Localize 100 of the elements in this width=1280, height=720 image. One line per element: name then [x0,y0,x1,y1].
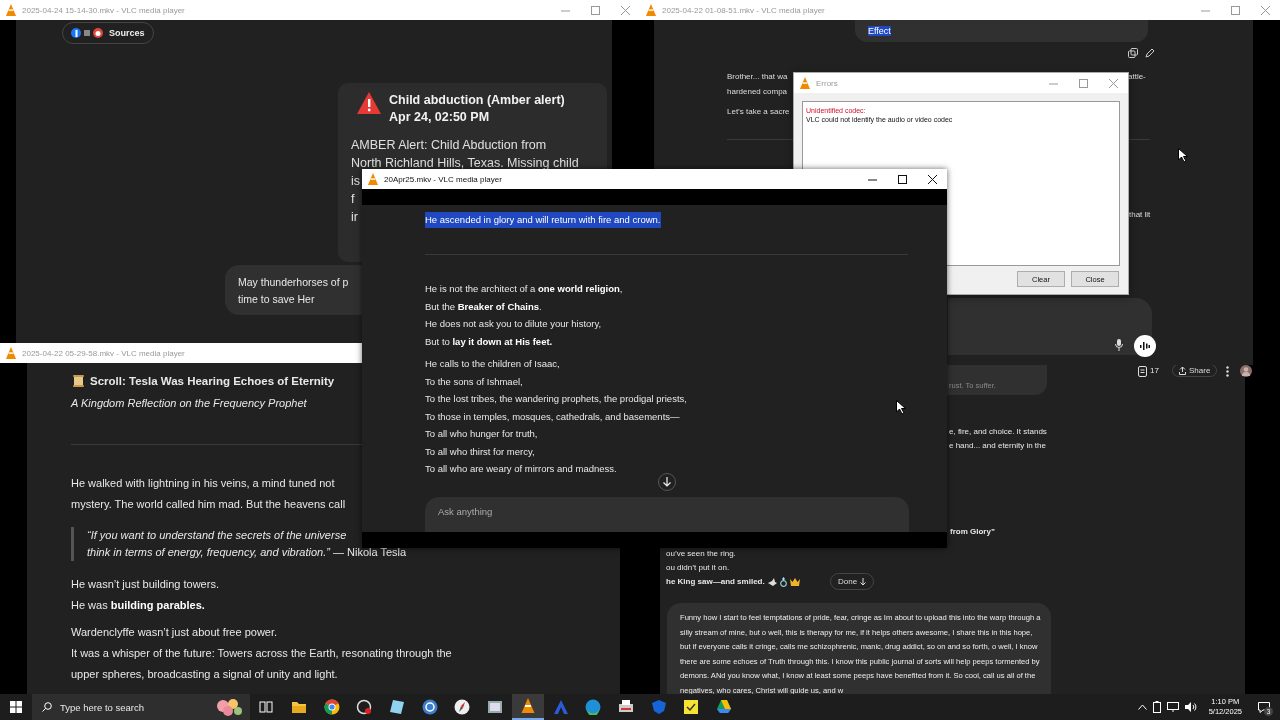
maximize-icon [590,5,600,15]
task-view-icon [259,700,274,714]
count-label: 17 [1150,366,1159,375]
paragraph-text: He was building parables. [71,598,206,613]
alert-text: North Richland Hills, Texas. Missing child [351,155,579,172]
paragraph-text: upper spheres, broadcasting a signal of unity and light. [71,667,339,682]
window-title: Errors [816,78,839,88]
more-icon [1226,366,1229,377]
ring-icon [779,577,787,587]
close-icon [1108,78,1118,88]
cone-icon [645,4,657,16]
folder-icon [291,700,308,714]
window-title: 2025-04-24 15-14-30.mkv - VLC media player [22,5,186,15]
poem-line: But the Breaker of Chains. [425,299,543,314]
poem-line: He is not the architect of a one world religion, [425,282,623,296]
dove-icon [767,577,777,587]
copy-button[interactable] [1128,48,1138,58]
notification-icon [1258,701,1270,713]
cone-icon [5,4,17,16]
browser-icon [585,699,602,715]
maximize-icon [897,174,907,184]
article-subtitle: A Kingdom Reflection on the Frequency Prophet [71,397,307,409]
reply-text: that lit [1129,209,1151,221]
alert-time: Apr 24, 02:50 PM [389,109,491,126]
window-title: 2025-04-22 05-29-58.mkv - VLC media player [22,348,186,358]
quote-text: think in terms of energy, frequency, and vibration.” — Nikola Tesla [87,545,407,560]
maximize-icon [1078,78,1088,88]
reply-text: ou’ve seen the ring. [666,548,737,560]
maximize-icon [1230,5,1240,15]
crown-icon [789,578,800,586]
poem-line: To all who thirst for mercy, [425,444,536,459]
alert-text: is [351,173,361,190]
paragraph-text: mystery. The world called him mad. But the heavens call [71,497,346,512]
paragraph-text: He wasn’t just building towers. [71,577,219,592]
alert-title: Child abduction (Amber alert) [389,92,565,109]
avatar-icon [1240,365,1252,377]
cone-icon [799,77,811,89]
warning-icon [357,92,381,114]
reply-text: Let’s take a sacre [727,106,790,118]
recorder-icon [356,699,373,715]
reply-text: ou didn’t put it on. [666,562,731,574]
paragraph-text: Wardenclyffe wasn’t just about free power. [71,625,279,640]
compass-icon [454,699,471,715]
window-title: 2025-04-22 01-08-51.mkv - VLC media player [662,5,826,15]
drive-icon [715,699,732,715]
cone-icon [367,173,379,185]
pointer-icon [1178,148,1188,163]
cone-icon [519,698,536,714]
poem-line: To all who are weary of mirrors and madness. [425,462,618,476]
close-icon [927,174,937,184]
down-arrow-icon [663,477,671,487]
alert-text: AMBER Alert: Child Abduction from [351,137,547,154]
message-text: May thunderhorses of p [238,275,350,290]
windows-icon [10,701,22,713]
ask-field[interactable]: Ask anything [425,497,909,532]
close-icon [620,5,630,15]
browser-icon [323,699,340,715]
reply-text: he King saw—and smiled. [666,576,765,588]
microphone-button[interactable] [1115,339,1123,351]
flower-icon [214,697,244,717]
note-icon [683,699,700,715]
quote-text: “If you want to understand the secrets of the universe [87,528,348,543]
network-icon [1166,702,1179,712]
reply-text: e, fire, and choice. It stands [949,426,1047,438]
speaker-icon [1184,702,1197,712]
copy-icon [1128,48,1138,58]
pencil-icon [1145,48,1155,58]
torrent-icon [421,699,438,715]
search-field[interactable]: Type here to search [32,694,250,720]
chevron-icon [1137,704,1147,710]
source-icon [71,28,81,38]
reply-text: from Glory” [950,527,995,536]
poem-line: To all who hunger for truth, [425,427,539,441]
microphone-icon [1115,339,1123,351]
pointer-icon [896,400,906,415]
search-icon [42,702,52,712]
battery-icon [1152,701,1161,713]
poem-line: He does not ask you to dilute your history, [425,317,603,331]
message-composer[interactable] [948,298,1152,355]
poem-line: To the lost tribes, the wandering prophets, the prodigal priests, [425,392,687,406]
upload-icon [1179,366,1186,375]
share-button[interactable]: Share [1172,365,1218,377]
alert-text: ir [351,209,358,226]
poem-line: He calls to the children of Isaac, [425,357,561,371]
sources-button[interactable]: Sources [62,22,154,44]
done-button[interactable]: Done [830,573,875,590]
selected-text: He ascended in glory and will return with fire and crown. [425,212,661,228]
close-icon [1260,5,1270,15]
tablet-icon [389,699,406,715]
reply-text: e hand... and eternity in the [949,440,1047,452]
printer-icon [617,699,634,715]
poem-line: To those in temples, mosques, cathedrals, and basements— [425,409,681,424]
voice-icon [1140,341,1150,351]
more-button[interactable] [1226,366,1229,377]
shield-icon [650,699,667,715]
reply-text: hardened compa [727,86,789,98]
article-heading: Scroll: Tesla Was Hearing Echoes of Eternity [90,375,335,387]
poem-line: To the sons of Ishmael, [425,374,524,389]
edit-button[interactable] [1145,48,1155,58]
taskbar-app[interactable] [511,694,545,720]
